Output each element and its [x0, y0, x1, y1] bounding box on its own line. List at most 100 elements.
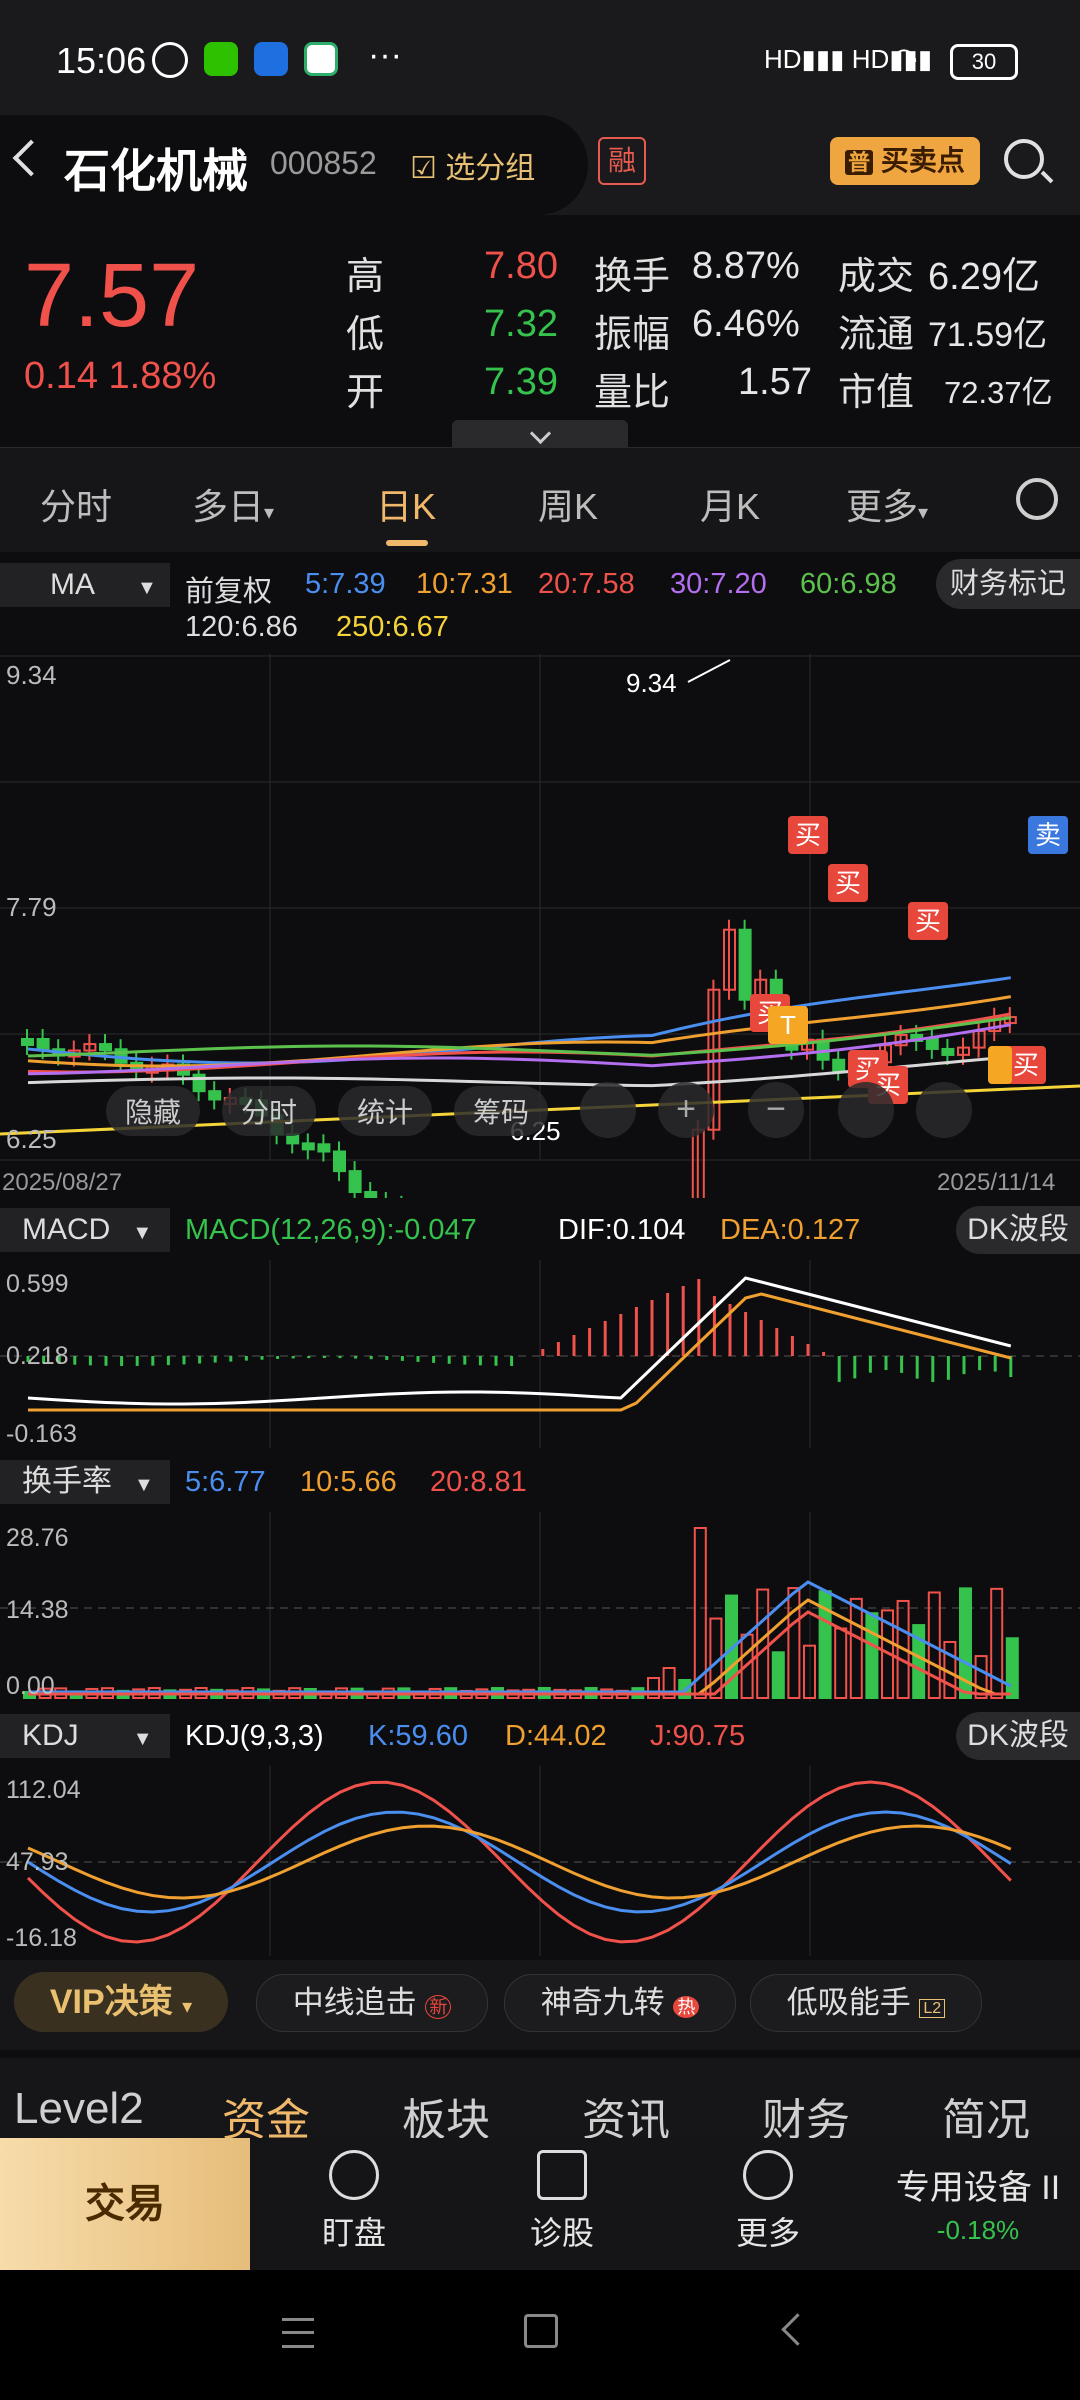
- expand-quote-button[interactable]: [452, 420, 628, 450]
- candle-body: [301, 1142, 315, 1151]
- candle-body: [333, 1150, 346, 1173]
- tab-weekly-k[interactable]: 周K: [538, 478, 598, 530]
- strategy-midline[interactable]: 中线追击 新: [256, 1974, 488, 2032]
- chart-pulse-icon: [537, 2150, 587, 2200]
- macd-dif-line: [27, 1276, 1012, 1406]
- home-icon[interactable]: [524, 2314, 558, 2348]
- tab-level2[interactable]: Level2: [14, 2084, 144, 2134]
- tab-intraday[interactable]: 分时: [40, 478, 112, 530]
- kline-date-start: 2025/08/27: [2, 1169, 122, 1196]
- vip-decision-button[interactable]: VIP决策 ▾: [14, 1972, 228, 2032]
- turnover-ma20-line: [28, 1610, 1011, 1696]
- kdj-chart[interactable]: 112.04 47.93 -16.18: [0, 1766, 1080, 1956]
- system-nav-bar: [0, 2270, 1080, 2400]
- stock-name-pill: 石化机械 000852 ☑ 选分组: [0, 115, 588, 215]
- more-label: 更多: [735, 2215, 800, 2251]
- dk-band-button[interactable]: DK波段: [956, 1206, 1080, 1254]
- strategy-midline-label: 中线追击: [292, 1985, 417, 2020]
- candle-body: [208, 1090, 222, 1101]
- turnover-selector[interactable]: 换手率 ▼: [0, 1460, 170, 1504]
- scroll-left-button[interactable]: [580, 1082, 636, 1138]
- kdj-y-mid: 47.93: [6, 1848, 69, 1876]
- macd-dea: DEA:0.127: [720, 1214, 861, 1246]
- turnover-bar: [771, 1651, 785, 1699]
- plus-icon: +: [676, 1090, 696, 1128]
- ma250-value: 250:6.67: [336, 611, 449, 643]
- intraday-label: 分时: [241, 1097, 297, 1128]
- kdj-y-top: 112.04: [6, 1776, 81, 1804]
- turnover-header: 换手率 ▼ 5:6.77 10:5.66 20:8.81: [0, 1452, 1080, 1512]
- turnover-ma10-line: [28, 1598, 1011, 1696]
- quote-panel: 7.57 0.14 1.88% 高 7.80 低 7.32 开 7.39 换手 …: [0, 215, 1080, 450]
- candle-body: [364, 1191, 378, 1198]
- amount-label: 成交: [838, 256, 915, 298]
- wifi-icon: ◠: [890, 41, 918, 77]
- ma-selector[interactable]: MA ▼: [0, 563, 170, 607]
- buy-sell-points-button[interactable]: 普 买卖点: [830, 137, 980, 185]
- ma120-value: 120:6.86: [185, 611, 298, 643]
- open-label: 开: [346, 372, 385, 414]
- crosshair-icon: [329, 2150, 379, 2200]
- stock-code: 000852: [270, 145, 377, 181]
- tab-multiday-label: 多日: [192, 486, 265, 527]
- tab-monthly-k[interactable]: 月K: [700, 478, 760, 530]
- chips-label: 筹码: [473, 1097, 529, 1128]
- strategy-dip-label: 低吸能手: [786, 1985, 911, 2020]
- period-tabs: 分时 多日▾ 日K 周K 月K 更多▾: [0, 447, 1080, 552]
- sector-button[interactable]: 专用设备 II -0.18%: [876, 2160, 1080, 2246]
- float-label: 流通: [838, 314, 915, 356]
- turnover-label: 换手: [594, 256, 671, 298]
- back-nav-icon[interactable]: [781, 2313, 814, 2346]
- kdj-dk-band-button[interactable]: DK波段: [956, 1712, 1080, 1760]
- sell-signal-tag: 卖: [1028, 816, 1068, 854]
- macd-y-top: 0.599: [6, 1270, 69, 1298]
- vip-label: VIP决策: [49, 1983, 173, 2021]
- status-time: 15:06: [56, 40, 147, 81]
- more-button[interactable]: 更多: [698, 2150, 838, 2254]
- menu-icon[interactable]: [282, 2318, 314, 2348]
- strategy-dip-buy[interactable]: 低吸能手 L2: [750, 1974, 982, 2032]
- pu-badge: 普: [845, 150, 874, 175]
- kline-y-bottom: 6.25: [6, 1124, 57, 1154]
- trade-button[interactable]: 交易: [0, 2138, 250, 2270]
- gear-icon[interactable]: [1016, 478, 1058, 520]
- strategy-nine-label: 神奇九转: [540, 1985, 665, 2020]
- kline-chart[interactable]: 9.34 7.79 6.25 9.34 6.25 2025/08/27 2025…: [0, 654, 1080, 1198]
- svg-text:卖: 卖: [1035, 820, 1061, 850]
- stock-name: 石化机械: [64, 145, 248, 197]
- fullscreen-button[interactable]: [916, 1082, 972, 1138]
- strategy-bar: VIP决策 ▾ 中线追击 新 神奇九转 热 低吸能手 L2: [0, 1960, 1080, 2050]
- turnover-ma5: 5:6.77: [185, 1466, 266, 1498]
- tab-daily-k[interactable]: 日K: [376, 478, 436, 530]
- diagnose-button[interactable]: 诊股: [492, 2150, 632, 2254]
- low-value: 7.32: [484, 303, 558, 345]
- ma60-value: 60:6.98: [800, 568, 897, 600]
- kline-high-mark: 9.34: [626, 668, 677, 698]
- watch-button[interactable]: 盯盘: [284, 2150, 424, 2254]
- macd-chart[interactable]: 0.599 0.218 -0.163: [0, 1260, 1080, 1448]
- turnover-bar: [787, 1587, 801, 1699]
- more-dots-circle-icon: [743, 2150, 793, 2200]
- vol-ratio-value: 1.57: [738, 361, 812, 403]
- draw-button[interactable]: [838, 1082, 894, 1138]
- status-bar: 15:06 ··· HD▮▮▮ HD▮▮▮ ◠ 30: [0, 0, 1080, 115]
- stock-header: 石化机械 000852 ☑ 选分组 融 普 买卖点: [0, 115, 1080, 215]
- candle-body: [317, 1143, 331, 1153]
- kdj-y-bottom: -16.18: [6, 1924, 77, 1952]
- turnover-bar: [865, 1612, 879, 1699]
- turnover-chart[interactable]: 28.76 14.38 0.00: [0, 1512, 1080, 1702]
- margin-badge[interactable]: 融: [598, 137, 646, 185]
- search-icon[interactable]: [1004, 139, 1044, 179]
- change-value: 0.14: [24, 355, 98, 397]
- finance-mark-button[interactable]: 财务标记: [936, 559, 1080, 609]
- macd-selector[interactable]: MACD ▼: [0, 1208, 170, 1252]
- strategy-nine-turn[interactable]: 神奇九转 热: [504, 1974, 736, 2032]
- back-icon[interactable]: [12, 139, 50, 177]
- add-group-button[interactable]: ☑ 选分组: [410, 143, 535, 187]
- tab-multiday[interactable]: 多日▾: [192, 478, 274, 530]
- battery-icon: 30: [950, 44, 1018, 80]
- buy-signal-tag: 买: [828, 864, 868, 902]
- kdj-params: KDJ(9,3,3): [185, 1720, 324, 1752]
- kdj-selector[interactable]: KDJ ▼: [0, 1714, 170, 1758]
- tab-more[interactable]: 更多▾: [846, 478, 928, 530]
